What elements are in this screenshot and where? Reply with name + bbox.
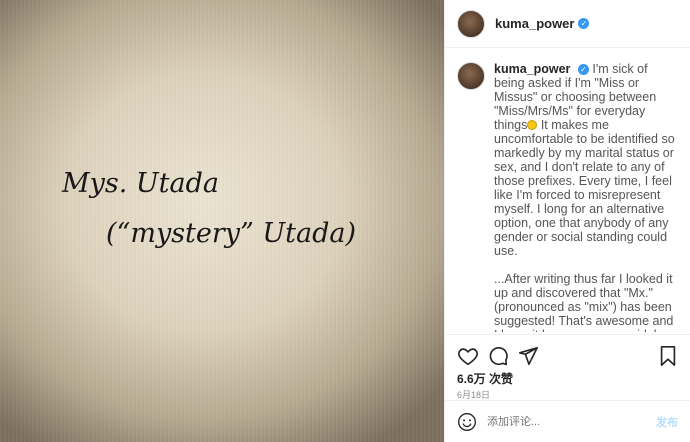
caption-username[interactable]: kuma_power xyxy=(494,62,570,76)
caption-text: kuma_power ✓ I'm sick of being asked if … xyxy=(494,62,678,332)
handwriting-note: Mys. Utada (“mystery” Utada) xyxy=(61,168,356,249)
verified-badge-icon: ✓ xyxy=(578,18,590,29)
header-username[interactable]: kuma_power xyxy=(495,16,574,31)
handwriting-line-2: (“mystery” Utada) xyxy=(106,218,356,249)
action-icons xyxy=(457,345,678,367)
caption-para1b: It makes me uncomfortable to be identifi… xyxy=(494,118,675,258)
share-icon[interactable] xyxy=(517,345,539,367)
post-header: kuma_power ✓ xyxy=(445,0,690,48)
weary-face-emoji-icon xyxy=(527,120,538,130)
comment-input[interactable] xyxy=(487,415,650,428)
heart-icon[interactable] xyxy=(457,345,479,367)
like-count[interactable]: 6.6万 次赞 xyxy=(457,370,513,387)
caption-avatar[interactable] xyxy=(457,62,485,90)
caption-para2: ...After writing thus far I looked it up… xyxy=(494,272,674,332)
avatar[interactable] xyxy=(457,9,485,38)
verified-badge-icon: ✓ xyxy=(577,64,589,75)
caption-area: kuma_power ✓ I'm sick of being asked if … xyxy=(457,62,678,332)
handwriting-line-1: Mys. Utada xyxy=(61,168,219,199)
post-sidebar: kuma_power ✓ kuma_power ✓ I'm sick of be… xyxy=(444,0,690,442)
comment-icon[interactable] xyxy=(487,345,509,367)
bookmark-icon[interactable] xyxy=(658,345,678,367)
post-photo: Mys. Utada (“mystery” Utada) xyxy=(0,0,444,442)
post-button[interactable]: 发布 xyxy=(656,414,678,430)
emoji-picker-icon[interactable] xyxy=(457,412,477,432)
comment-bar: 发布 xyxy=(445,400,690,442)
